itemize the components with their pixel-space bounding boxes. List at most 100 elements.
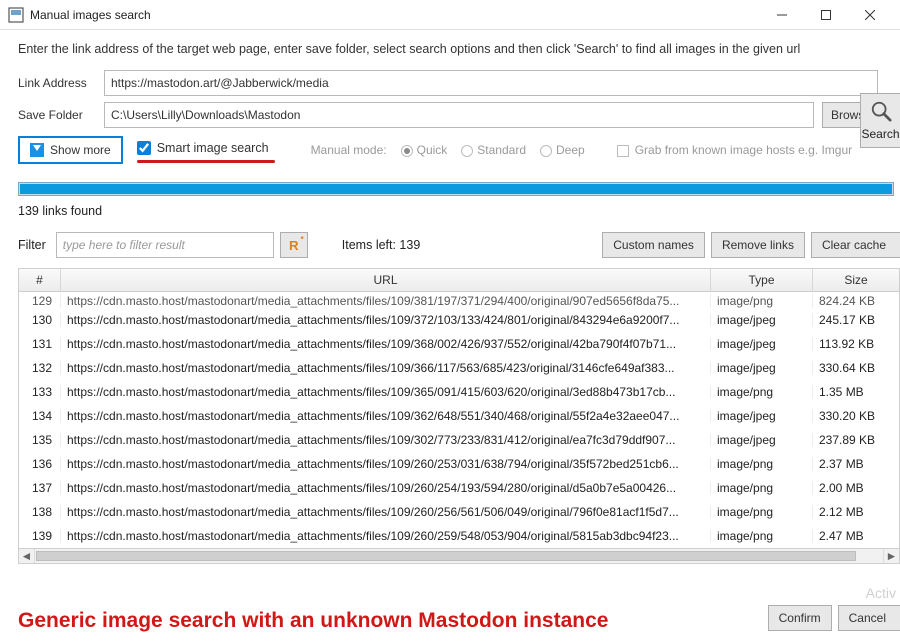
instructions-text: Enter the link address of the target web… xyxy=(18,42,900,56)
cancel-button[interactable]: Cancel xyxy=(838,605,900,631)
cell-size: 330.64 KB xyxy=(813,361,899,375)
cell-num: 139 xyxy=(19,529,61,543)
cell-url: https://cdn.masto.host/mastodonart/media… xyxy=(61,529,711,543)
window-title: Manual images search xyxy=(30,8,151,22)
watermark-text: Activ xyxy=(866,585,896,601)
cell-type: image/png xyxy=(711,385,813,399)
app-icon xyxy=(8,7,24,23)
cell-url: https://cdn.masto.host/mastodonart/media… xyxy=(61,433,711,447)
smart-image-search-checkbox[interactable]: Smart image search xyxy=(137,141,269,159)
table-row[interactable]: 132https://cdn.masto.host/mastodonart/me… xyxy=(19,356,899,380)
search-button-label: Search xyxy=(861,127,899,141)
cell-size: 2.47 MB xyxy=(813,529,899,543)
cell-type: image/png xyxy=(711,457,813,471)
download-icon xyxy=(30,143,44,157)
cell-type: image/png xyxy=(711,481,813,495)
annotation-caption: Generic image search with an unknown Mas… xyxy=(18,609,608,633)
cell-type: image/jpeg xyxy=(711,433,813,447)
cell-num: 134 xyxy=(19,409,61,423)
table-header: # URL Type Size xyxy=(18,268,900,292)
link-address-input[interactable] xyxy=(104,70,878,96)
cell-size: 2.00 MB xyxy=(813,481,899,495)
cell-type: image/jpeg xyxy=(711,409,813,423)
cell-size: 824.24 KB xyxy=(813,294,899,308)
quick-radio: Quick xyxy=(401,143,448,157)
smart-image-search-input[interactable] xyxy=(137,141,151,155)
custom-names-button[interactable]: Custom names xyxy=(602,232,705,258)
column-header-url[interactable]: URL xyxy=(61,269,711,291)
cell-size: 245.17 KB xyxy=(813,313,899,327)
table-row[interactable]: 135https://cdn.masto.host/mastodonart/me… xyxy=(19,428,899,452)
table-row[interactable]: 129https://cdn.masto.host/mastodonart/me… xyxy=(19,292,899,308)
annotation-underline xyxy=(137,160,275,163)
cell-num: 129 xyxy=(19,294,61,308)
cell-type: image/jpeg xyxy=(711,337,813,351)
cell-type: image/jpeg xyxy=(711,313,813,327)
cell-num: 133 xyxy=(19,385,61,399)
grab-known-hosts-checkbox: Grab from known image hosts e.g. Imgur xyxy=(617,143,852,157)
manual-mode-label: Manual mode: xyxy=(311,143,387,157)
standard-radio: Standard xyxy=(461,143,526,157)
table-row[interactable]: 136https://cdn.masto.host/mastodonart/me… xyxy=(19,452,899,476)
regex-filter-button[interactable]: R* xyxy=(280,232,308,258)
cell-url: https://cdn.masto.host/mastodonart/media… xyxy=(61,313,711,327)
cell-size: 330.20 KB xyxy=(813,409,899,423)
cell-type: image/jpeg xyxy=(711,361,813,375)
column-header-type[interactable]: Type xyxy=(711,269,813,291)
cell-num: 135 xyxy=(19,433,61,447)
cell-num: 131 xyxy=(19,337,61,351)
cell-size: 2.37 MB xyxy=(813,457,899,471)
table-row[interactable]: 134https://cdn.masto.host/mastodonart/me… xyxy=(19,404,899,428)
smart-image-search-label: Smart image search xyxy=(157,141,269,155)
show-more-label: Show more xyxy=(50,143,111,157)
titlebar: Manual images search xyxy=(0,0,900,30)
filter-label: Filter xyxy=(18,238,46,252)
close-button[interactable] xyxy=(848,0,892,30)
deep-radio: Deep xyxy=(540,143,585,157)
show-more-button[interactable]: Show more xyxy=(18,136,123,164)
link-address-label: Link Address xyxy=(18,76,96,90)
cell-size: 1.35 MB xyxy=(813,385,899,399)
maximize-button[interactable] xyxy=(804,0,848,30)
table-row[interactable]: 133https://cdn.masto.host/mastodonart/me… xyxy=(19,380,899,404)
horizontal-scrollbar[interactable]: ◄ ► xyxy=(18,548,900,564)
cell-url: https://cdn.masto.host/mastodonart/media… xyxy=(61,457,711,471)
minimize-button[interactable] xyxy=(760,0,804,30)
table-row[interactable]: 138https://cdn.masto.host/mastodonart/me… xyxy=(19,500,899,524)
table-row[interactable]: 139https://cdn.masto.host/mastodonart/me… xyxy=(19,524,899,548)
column-header-size[interactable]: Size xyxy=(813,269,899,291)
cell-num: 136 xyxy=(19,457,61,471)
cell-type: image/png xyxy=(711,505,813,519)
search-button[interactable]: Search xyxy=(860,93,900,148)
items-left-text: Items left: 139 xyxy=(342,238,421,252)
cell-url: https://cdn.masto.host/mastodonart/media… xyxy=(61,481,711,495)
table-row[interactable]: 130https://cdn.masto.host/mastodonart/me… xyxy=(19,308,899,332)
results-table: # URL Type Size 129https://cdn.masto.hos… xyxy=(18,268,900,564)
cell-num: 132 xyxy=(19,361,61,375)
confirm-button[interactable]: Confirm xyxy=(768,605,832,631)
save-folder-input[interactable] xyxy=(104,102,814,128)
cell-url: https://cdn.masto.host/mastodonart/media… xyxy=(61,294,711,308)
scroll-left-arrow-icon[interactable]: ◄ xyxy=(19,549,35,563)
table-row[interactable]: 137https://cdn.masto.host/mastodonart/me… xyxy=(19,476,899,500)
scroll-right-arrow-icon[interactable]: ► xyxy=(883,549,899,563)
column-header-num[interactable]: # xyxy=(19,269,61,291)
filter-input[interactable] xyxy=(56,232,274,258)
magnifier-icon xyxy=(870,100,892,125)
cell-url: https://cdn.masto.host/mastodonart/media… xyxy=(61,385,711,399)
save-folder-label: Save Folder xyxy=(18,108,96,122)
cell-type: image/png xyxy=(711,294,813,308)
progress-bar xyxy=(18,182,894,196)
cell-num: 138 xyxy=(19,505,61,519)
clear-cache-button[interactable]: Clear cache xyxy=(811,232,900,258)
scrollbar-thumb[interactable] xyxy=(36,551,856,561)
table-row[interactable]: 131https://cdn.masto.host/mastodonart/me… xyxy=(19,332,899,356)
cell-size: 113.92 KB xyxy=(813,337,899,351)
remove-links-button[interactable]: Remove links xyxy=(711,232,805,258)
cell-num: 137 xyxy=(19,481,61,495)
cell-url: https://cdn.masto.host/mastodonart/media… xyxy=(61,337,711,351)
cell-url: https://cdn.masto.host/mastodonart/media… xyxy=(61,361,711,375)
cell-size: 2.12 MB xyxy=(813,505,899,519)
cell-type: image/png xyxy=(711,529,813,543)
cell-size: 237.89 KB xyxy=(813,433,899,447)
